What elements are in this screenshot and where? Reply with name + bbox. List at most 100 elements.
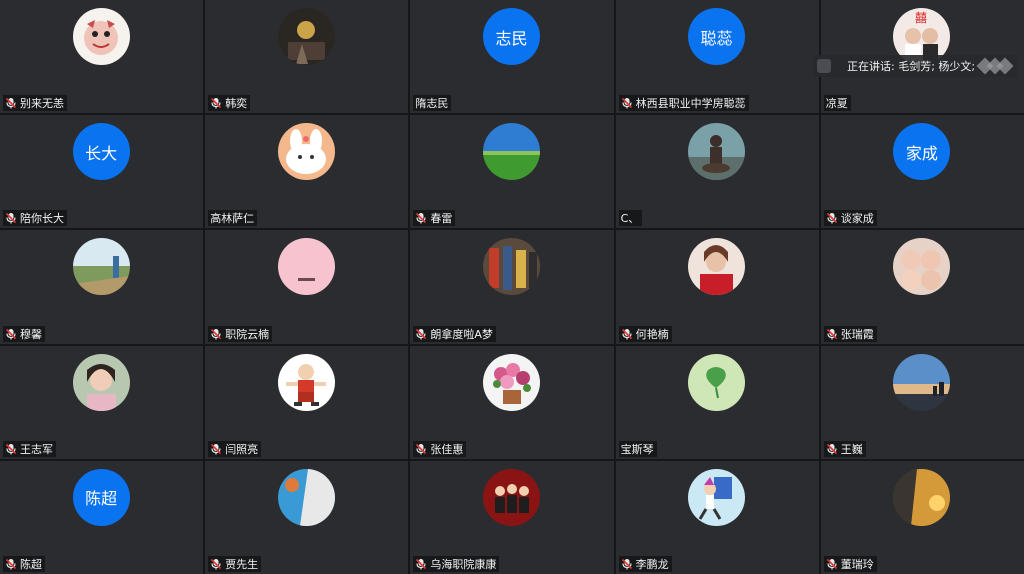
avatar-image (277, 353, 335, 411)
participant-name-label: 林西县职业中学房聪蕊 (618, 95, 749, 112)
avatar-initials: 家成 (893, 123, 951, 181)
muted-mic-icon (210, 97, 225, 109)
active-speaker-text: 正在讲话: 毛剑芳; 杨少文; (847, 60, 976, 73)
participant-tile[interactable]: 李鹏龙 (615, 460, 819, 574)
participant-name: 陈超 (20, 557, 42, 571)
participant-tile[interactable]: 乌海职院康康 (410, 460, 614, 574)
participant-name: 何艳楠 (635, 327, 669, 341)
participant-name-label: 隋志民 (413, 95, 452, 112)
avatar-picture (277, 353, 335, 411)
muted-mic-icon (210, 328, 225, 340)
participant-tile[interactable]: 春雷 (410, 115, 614, 229)
avatar-picture (72, 8, 130, 65)
avatar-initials: 陈超 (72, 468, 130, 526)
participant-name-label: 董瑞玲 (823, 555, 877, 572)
participant-name-label: 陈超 (3, 555, 45, 572)
participant-tile[interactable]: 何艳楠 (615, 230, 819, 344)
participant-tile[interactable]: 宝斯琴 (615, 345, 819, 459)
speaker-avatar (817, 59, 831, 73)
muted-mic-icon (826, 443, 841, 455)
participant-tile[interactable]: 王巍 (820, 345, 1024, 459)
participant-name: 韩奕 (225, 97, 248, 111)
avatar-image (72, 353, 130, 411)
muted-mic-icon (5, 443, 20, 455)
participant-name-label: 穆馨 (3, 325, 45, 342)
participant-name: 闫照亮 (225, 442, 259, 456)
participant-tile[interactable]: 韩奕 (205, 0, 409, 114)
muted-mic-icon (826, 212, 841, 224)
participant-name: 林西县职业中学房聪蕊 (635, 97, 746, 111)
muted-mic-icon (826, 558, 841, 570)
participant-name-label: 朗拿度啦A梦 (413, 325, 496, 342)
participant-name: 谈家成 (840, 212, 874, 226)
participant-name: 李鹏龙 (635, 557, 669, 571)
avatar-picture (893, 468, 951, 526)
participant-name: 贾先生 (225, 557, 259, 571)
participant-name: 王巍 (840, 442, 863, 456)
participant-name: 春雷 (430, 212, 453, 226)
participant-name: 宝斯琴 (620, 442, 654, 456)
participant-tile[interactable]: 志民 隋志民 (410, 0, 614, 114)
participant-tile[interactable]: 家成谈家成 (820, 115, 1024, 229)
avatar-picture (688, 123, 746, 181)
muted-mic-icon (5, 212, 20, 224)
participant-name-label: 闫照亮 (208, 440, 262, 457)
participant-name-label: 春雷 (413, 210, 456, 227)
muted-mic-icon (621, 558, 636, 570)
avatar-initials-text: 陈超 (85, 489, 118, 509)
avatar-image (72, 238, 130, 296)
participant-tile[interactable]: 穆馨 (0, 230, 204, 344)
participant-name: 别来无恙 (20, 97, 64, 111)
participant-tile[interactable]: 张佳惠 (410, 345, 614, 459)
participant-tile[interactable]: 长大陪你长大 (0, 115, 204, 229)
participant-tile[interactable]: 王志军 (0, 345, 204, 459)
participant-name-label: 陪你长大 (3, 210, 67, 227)
participant-tile[interactable]: 聪蕊林西县职业中学房聪蕊 (615, 0, 819, 114)
participant-tile[interactable]: 陈超 陈超 (0, 460, 204, 574)
participant-name: 高林萨仁 (210, 212, 255, 226)
participant-name-label: 职院云楠 (208, 325, 273, 342)
participant-tile[interactable]: 董瑞玲 (820, 460, 1024, 574)
participant-grid: 别来无恙 韩奕 志民 隋志民 聪蕊 林西县职业中学房聪蕊囍凉夏 长大 陪你长大 高林萨仁 春雷 C、… (0, 0, 1024, 574)
avatar-image (277, 468, 335, 526)
participant-name-label: 高林萨仁 (208, 210, 258, 227)
participant-name: C、 (620, 212, 640, 226)
participant-tile[interactable]: 职院云楠 (205, 230, 409, 344)
participant-name: 张佳惠 (430, 442, 464, 456)
participant-name-label: 宝斯琴 (618, 440, 657, 457)
muted-mic-icon (621, 328, 636, 340)
participant-name: 张瑞霞 (840, 327, 874, 341)
participant-tile[interactable]: 别来无恙 (0, 0, 204, 114)
participant-name-label: 乌海职院康康 (413, 555, 500, 572)
participant-name: 陪你长大 (20, 212, 64, 226)
participant-tile[interactable]: 闫照亮 (205, 345, 409, 459)
muted-mic-icon (5, 558, 20, 570)
participant-tile[interactable]: 高林萨仁 (205, 115, 409, 229)
muted-mic-icon (5, 97, 20, 109)
avatar-picture (72, 238, 130, 296)
participant-tile[interactable]: 朗拿度啦A梦 (410, 230, 614, 344)
participant-name-label: 何艳楠 (618, 325, 672, 342)
participant-name: 凉夏 (825, 97, 848, 111)
avatar-image (277, 123, 335, 181)
avatar-initials-text: 长大 (85, 143, 118, 163)
participant-name-label: 王志军 (3, 440, 56, 457)
participant-tile[interactable]: 贾先生 (205, 460, 409, 574)
muted-mic-icon (415, 443, 430, 455)
participant-name: 职院云楠 (225, 327, 270, 341)
avatar-image (688, 123, 746, 181)
participant-name-label: 韩奕 (208, 95, 251, 112)
muted-mic-icon (415, 558, 430, 570)
participant-name-label: C、 (618, 210, 643, 227)
active-speaker-banner: 正在讲话: 毛剑芳; 杨少文; (813, 55, 1018, 77)
participant-tile[interactable]: C、 (615, 115, 819, 229)
avatar-image (688, 353, 746, 411)
participant-tile[interactable]: 张瑞霞 (820, 230, 1024, 344)
muted-mic-icon (210, 443, 225, 455)
svg-text:囍: 囍 (915, 11, 927, 25)
avatar-picture (277, 123, 335, 181)
audio-level-icon (976, 57, 1014, 75)
avatar-initials: 聪蕊 (688, 8, 746, 65)
muted-mic-icon (621, 97, 636, 109)
participant-name-label: 李鹏龙 (618, 555, 672, 572)
